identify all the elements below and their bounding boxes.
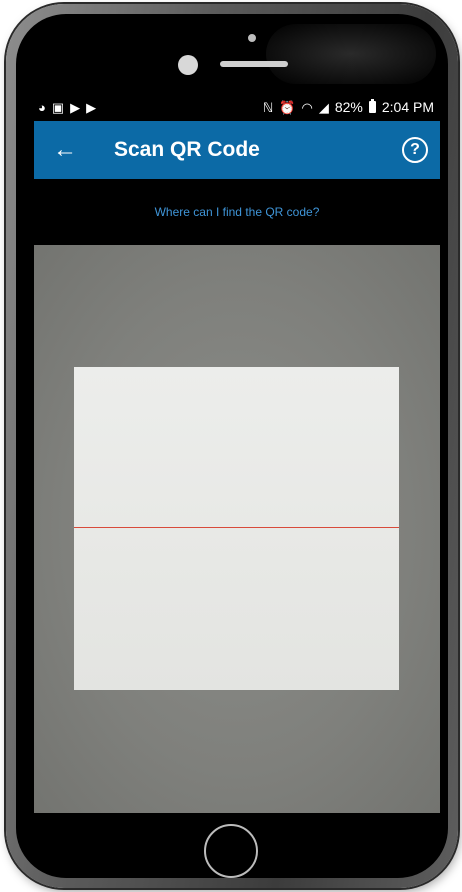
bezel-glare: [266, 24, 436, 84]
home-button[interactable]: [204, 824, 258, 878]
status-right-icons: ℕ ⏰ ◠ ◢ 82% 2:04 PM: [263, 99, 434, 115]
status-left-icons: ◕ ▣ ▶ ▶: [38, 101, 96, 114]
camera-preview: [34, 245, 440, 813]
scan-line: [74, 527, 399, 528]
messenger-icon: ◕: [38, 99, 46, 115]
help-button[interactable]: ?: [402, 137, 428, 163]
phone-screen: ◕ ▣ ▶ ▶ ℕ ⏰ ◠ ◢ 82% 2:04 PM ← Scan QR Co…: [34, 94, 440, 813]
help-circle-icon: ?: [410, 141, 420, 158]
qr-help-link[interactable]: Where can I find the QR code?: [155, 205, 320, 219]
help-link-row: Where can I find the QR code?: [34, 179, 440, 245]
battery-percent: 82%: [334, 99, 363, 115]
page-title: Scan QR Code: [114, 138, 260, 161]
flag-icon: ▶: [86, 99, 97, 115]
status-bar: ◕ ▣ ▶ ▶ ℕ ⏰ ◠ ◢ 82% 2:04 PM: [34, 94, 440, 120]
status-time: 2:04 PM: [381, 99, 434, 115]
wifi-icon: ◠: [301, 99, 313, 115]
lte-signal-icon: ◢: [318, 99, 329, 115]
front-camera: [248, 34, 256, 42]
earpiece-speaker: [220, 61, 288, 67]
battery-icon: [368, 99, 376, 113]
scan-frame: [74, 367, 399, 690]
flag-icon: ▶: [70, 99, 81, 115]
arrow-left-icon: ←: [53, 136, 77, 163]
back-button[interactable]: ←: [48, 133, 82, 167]
proximity-sensor: [178, 55, 198, 75]
alarm-icon: ⏰: [279, 99, 296, 115]
app-bar: ← Scan QR Code ?: [34, 121, 440, 179]
gallery-icon: ▣: [51, 99, 65, 115]
nfc-icon: ℕ: [262, 99, 274, 115]
